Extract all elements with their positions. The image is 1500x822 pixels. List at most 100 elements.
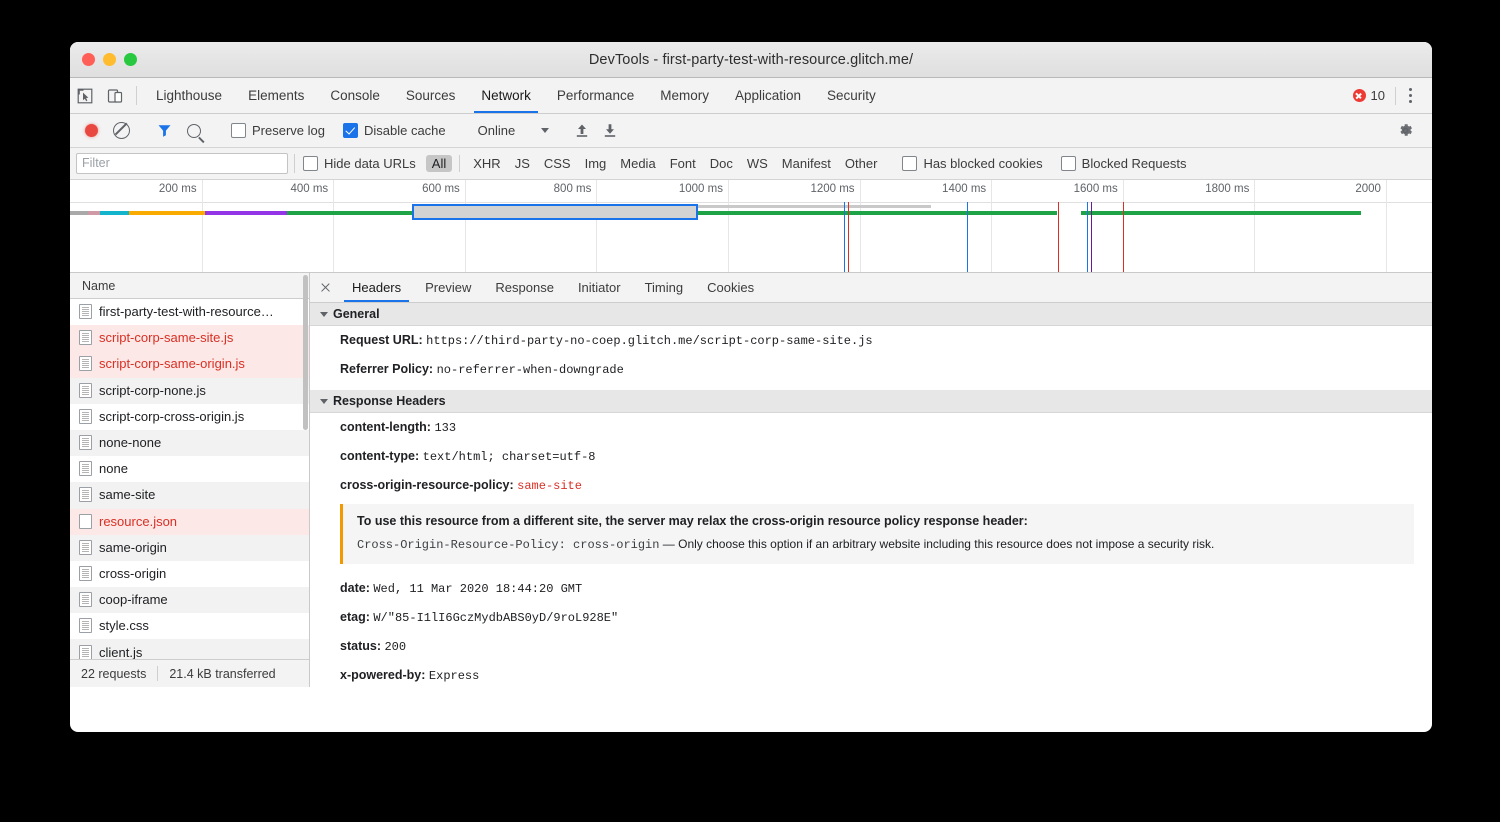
request-row[interactable]: script-corp-none.js bbox=[70, 378, 309, 404]
hide-data-urls-checkbox[interactable]: Hide data URLs bbox=[303, 156, 416, 171]
filter-input[interactable]: Filter bbox=[76, 153, 288, 174]
search-icon[interactable] bbox=[179, 124, 209, 138]
detail-tab-headers[interactable]: Headers bbox=[340, 273, 413, 302]
tab-sources[interactable]: Sources bbox=[393, 78, 469, 113]
overview-tick-label: 1000 ms bbox=[679, 183, 728, 195]
export-har-icon[interactable] bbox=[596, 123, 624, 138]
tab-console[interactable]: Console bbox=[317, 78, 393, 113]
disable-cache-checkbox[interactable]: Disable cache bbox=[343, 123, 446, 138]
general-section-header[interactable]: General bbox=[310, 303, 1432, 326]
header-value: no-referrer-when-downgrade bbox=[437, 363, 624, 377]
detail-tab-preview[interactable]: Preview bbox=[413, 273, 483, 302]
tab-network[interactable]: Network bbox=[468, 78, 544, 113]
request-row[interactable]: none-none bbox=[70, 430, 309, 456]
chevron-down-icon bbox=[541, 128, 549, 133]
error-count-badge[interactable]: 10 bbox=[1353, 88, 1395, 103]
overview-tick-label: 400 ms bbox=[290, 183, 333, 195]
filter-type-img[interactable]: Img bbox=[579, 155, 613, 172]
request-count: 22 requests bbox=[70, 667, 157, 681]
import-har-icon[interactable] bbox=[568, 123, 596, 138]
filter-type-all[interactable]: All bbox=[426, 155, 452, 172]
filter-type-font[interactable]: Font bbox=[664, 155, 702, 172]
checkbox-box bbox=[343, 123, 358, 138]
request-row[interactable]: script-corp-same-site.js bbox=[70, 325, 309, 351]
warning-description: Cross-Origin-Resource-Policy: cross-orig… bbox=[357, 536, 1402, 554]
maximize-window-button[interactable] bbox=[124, 53, 137, 66]
request-row[interactable]: first-party-test-with-resource… bbox=[70, 299, 309, 325]
network-overview-timeline[interactable]: 200 ms400 ms600 ms800 ms1000 ms1200 ms14… bbox=[70, 180, 1432, 273]
filter-type-ws[interactable]: WS bbox=[741, 155, 774, 172]
tab-label: Application bbox=[735, 88, 801, 103]
header-key: content-type: bbox=[340, 449, 419, 463]
request-list-scrollbar[interactable] bbox=[302, 273, 309, 687]
checkbox-box bbox=[231, 123, 246, 138]
request-row[interactable]: none bbox=[70, 456, 309, 482]
tab-elements[interactable]: Elements bbox=[235, 78, 317, 113]
detail-tab-response[interactable]: Response bbox=[483, 273, 566, 302]
preserve-log-label: Preserve log bbox=[252, 123, 325, 138]
request-row[interactable]: cross-origin bbox=[70, 561, 309, 587]
devtools-tab-bar: Lighthouse Elements Console Sources Netw… bbox=[70, 78, 1432, 114]
filter-type-other[interactable]: Other bbox=[839, 155, 884, 172]
detail-tab-cookies[interactable]: Cookies bbox=[695, 273, 766, 302]
request-row[interactable]: coop-iframe bbox=[70, 587, 309, 613]
inspect-element-icon[interactable] bbox=[70, 78, 100, 113]
close-window-button[interactable] bbox=[82, 53, 95, 66]
request-row[interactable]: resource.json bbox=[70, 509, 309, 535]
kebab-menu-icon[interactable] bbox=[1396, 88, 1424, 103]
request-list-header[interactable]: Name bbox=[70, 273, 309, 299]
tab-lighthouse[interactable]: Lighthouse bbox=[143, 78, 235, 113]
request-row[interactable]: same-site bbox=[70, 482, 309, 508]
checkbox-box bbox=[303, 156, 318, 171]
request-list-panel: Name first-party-test-with-resource…scri… bbox=[70, 273, 310, 687]
gear-icon[interactable] bbox=[1390, 122, 1420, 139]
close-detail-button[interactable] bbox=[310, 273, 340, 302]
filter-funnel-icon[interactable] bbox=[149, 123, 179, 138]
tab-application[interactable]: Application bbox=[722, 78, 814, 113]
request-row[interactable]: client.js bbox=[70, 639, 309, 659]
overview-bar-segment bbox=[70, 211, 88, 215]
overview-tick-label: 600 ms bbox=[422, 183, 465, 195]
request-name: same-site bbox=[99, 487, 155, 502]
filter-type-js[interactable]: JS bbox=[509, 155, 536, 172]
overview-tick-label: 200 ms bbox=[159, 183, 202, 195]
tab-label: Timing bbox=[645, 280, 684, 295]
request-list[interactable]: first-party-test-with-resource…script-co… bbox=[70, 299, 309, 659]
request-row[interactable]: script-corp-cross-origin.js bbox=[70, 404, 309, 430]
file-icon bbox=[79, 487, 92, 502]
record-icon[interactable] bbox=[76, 124, 106, 137]
throttling-select[interactable]: Online bbox=[472, 121, 556, 140]
tab-memory[interactable]: Memory bbox=[647, 78, 722, 113]
overview-bar-segment bbox=[698, 205, 930, 208]
detail-tab-initiator[interactable]: Initiator bbox=[566, 273, 633, 302]
filter-type-css[interactable]: CSS bbox=[538, 155, 577, 172]
request-detail-panel: Headers Preview Response Initiator Timin… bbox=[310, 273, 1432, 687]
request-row[interactable]: script-corp-same-origin.js bbox=[70, 351, 309, 377]
filter-type-media[interactable]: Media bbox=[614, 155, 661, 172]
clear-icon[interactable] bbox=[106, 122, 136, 139]
detail-tab-timing[interactable]: Timing bbox=[633, 273, 696, 302]
overview-selection-window[interactable] bbox=[412, 204, 698, 220]
tab-label: Performance bbox=[557, 88, 634, 103]
traffic-lights bbox=[82, 53, 137, 66]
response-headers-section-header[interactable]: Response Headers bbox=[310, 390, 1432, 413]
tab-performance[interactable]: Performance bbox=[544, 78, 647, 113]
file-icon bbox=[79, 540, 92, 555]
request-row[interactable]: same-origin bbox=[70, 535, 309, 561]
filter-type-doc[interactable]: Doc bbox=[704, 155, 739, 172]
filter-type-manifest[interactable]: Manifest bbox=[776, 155, 837, 172]
blocked-requests-checkbox[interactable]: Blocked Requests bbox=[1061, 156, 1187, 171]
overview-event-line bbox=[844, 202, 845, 272]
header-key: date: bbox=[340, 581, 370, 595]
preserve-log-checkbox[interactable]: Preserve log bbox=[231, 123, 325, 138]
request-row[interactable]: style.css bbox=[70, 613, 309, 639]
transferred-size: 21.4 kB transferred bbox=[158, 667, 286, 681]
filter-type-xhr[interactable]: XHR bbox=[467, 155, 506, 172]
scrollbar-thumb[interactable] bbox=[303, 275, 308, 430]
device-toolbar-icon[interactable] bbox=[100, 78, 130, 113]
has-blocked-cookies-checkbox[interactable]: Has blocked cookies bbox=[902, 156, 1042, 171]
minimize-window-button[interactable] bbox=[103, 53, 116, 66]
devtools-window: DevTools - first-party-test-with-resourc… bbox=[70, 42, 1432, 732]
header-value: 133 bbox=[434, 421, 456, 435]
tab-security[interactable]: Security bbox=[814, 78, 889, 113]
